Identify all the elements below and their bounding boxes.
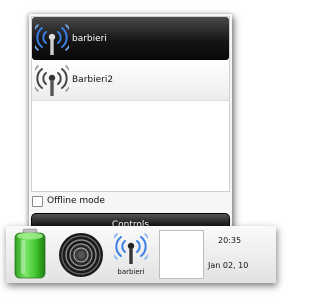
wifi-signal-blue-icon xyxy=(114,233,148,264)
offline-mode-toggle[interactable]: Offline mode xyxy=(32,194,105,208)
wifi-signal-blue-icon xyxy=(35,23,69,55)
network-name: Barbieri2 xyxy=(72,75,114,85)
clock-date[interactable]: Jan 02, 10 xyxy=(208,261,248,270)
network-name: barbieri xyxy=(72,33,107,44)
network-list: barbieri Barbieri2 xyxy=(31,16,230,192)
network-item-barbieri2[interactable]: Barbieri2 xyxy=(32,60,229,101)
empty-tray-slot xyxy=(159,230,204,279)
clock-time[interactable]: 20:35 xyxy=(218,236,241,245)
network-tray[interactable]: barbieri xyxy=(109,228,153,280)
offline-mode-checkbox[interactable] xyxy=(32,195,43,207)
offline-mode-label: Offline mode xyxy=(47,196,105,206)
network-item-barbieri[interactable]: barbieri xyxy=(32,17,229,60)
wifi-signal-grey-icon xyxy=(35,65,69,96)
taskbar: barbieri 20:35 Jan 02, 10 xyxy=(6,226,276,283)
speaker-icon[interactable] xyxy=(58,232,104,278)
battery-full-icon[interactable] xyxy=(12,228,48,280)
network-tray-label: barbieri xyxy=(117,268,145,276)
network-popup: barbieri Barbieri2 Offline mode Controls xyxy=(29,14,232,236)
